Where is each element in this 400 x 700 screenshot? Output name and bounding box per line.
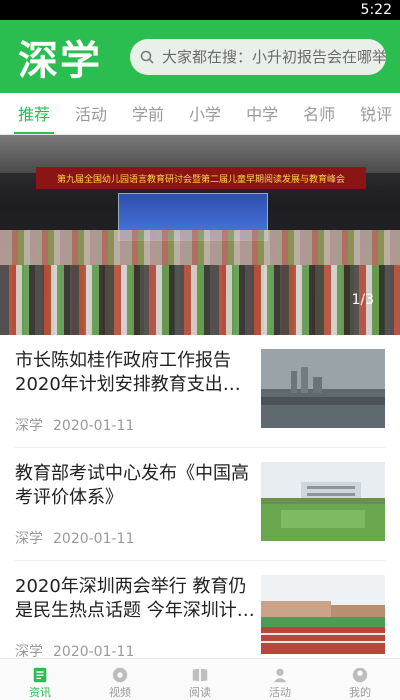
category-tabs: 推荐 活动 学前 小学 中学 名师 锐评 家教 bbox=[0, 93, 400, 135]
search-icon bbox=[140, 50, 154, 64]
nav-label: 视频 bbox=[109, 686, 131, 699]
profile-icon bbox=[352, 667, 368, 683]
tab-middle-school[interactable]: 中学 bbox=[238, 101, 286, 134]
news-icon bbox=[33, 667, 47, 683]
news-meta: 深学 2020-01-11 bbox=[15, 415, 255, 435]
tab-primary[interactable]: 小学 bbox=[181, 101, 229, 134]
nav-news[interactable]: 资讯 bbox=[0, 659, 80, 700]
news-thumbnail bbox=[261, 462, 385, 541]
news-source: 深学 bbox=[15, 531, 43, 547]
tab-commentary[interactable]: 锐评 bbox=[352, 101, 400, 134]
video-icon bbox=[112, 667, 128, 683]
status-time: 5:22 bbox=[360, 2, 392, 18]
news-title: 2020年深圳两会举行 教育仍是民生热点话题 今年深圳计… bbox=[15, 576, 255, 621]
nav-label: 阅读 bbox=[189, 686, 211, 699]
banner-carousel[interactable]: 第九届全国幼儿园语言教育研讨会暨第二届儿童早期阅读发展与教育峰会 1/3 bbox=[0, 135, 400, 335]
tab-activity[interactable]: 活动 bbox=[67, 101, 115, 134]
banner-page-indicator: 1/3 bbox=[351, 292, 374, 308]
news-thumbnail bbox=[261, 349, 385, 428]
news-date: 2020-01-11 bbox=[53, 531, 135, 547]
nav-video[interactable]: 视频 bbox=[80, 659, 160, 700]
tab-famous-teachers[interactable]: 名师 bbox=[295, 101, 343, 134]
search-placeholder: 大家都在搜：小升初报告会在哪举行 bbox=[162, 48, 386, 66]
app-logo: 深学 bbox=[18, 37, 102, 84]
search-input[interactable]: 大家都在搜：小升初报告会在哪举行 bbox=[130, 38, 386, 75]
news-title: 教育部考试中心发布《中国高考评价体系》 bbox=[15, 463, 249, 508]
news-text: 市长陈如桂作政府工作报告 2020年计划安排教育支出… 深学 2020-01-11 bbox=[15, 335, 255, 447]
bottom-navigation: 资讯 视频 阅读 活动 我的 bbox=[0, 658, 400, 700]
activity-icon bbox=[273, 668, 287, 683]
news-title: 市长陈如桂作政府工作报告 2020年计划安排教育支出… bbox=[15, 350, 241, 395]
book-icon bbox=[192, 668, 208, 682]
list-item[interactable]: 市长陈如桂作政府工作报告 2020年计划安排教育支出… 深学 2020-01-11 bbox=[15, 335, 385, 448]
news-text: 教育部考试中心发布《中国高考评价体系》 深学 2020-01-11 bbox=[15, 448, 255, 560]
news-thumbnail bbox=[261, 575, 385, 654]
nav-label: 资讯 bbox=[29, 686, 51, 699]
nav-label: 我的 bbox=[349, 686, 371, 699]
news-meta: 深学 2020-01-11 bbox=[15, 528, 255, 548]
banner-crowd-front bbox=[0, 265, 400, 335]
news-source: 深学 bbox=[15, 418, 43, 434]
news-list: 市长陈如桂作政府工作报告 2020年计划安排教育支出… 深学 2020-01-11 bbox=[0, 335, 400, 674]
app-screen: 5:22 深学 大家都在搜：小升初报告会在哪举行 推荐 活动 学前 小学 中学 … bbox=[0, 0, 400, 700]
tab-preschool[interactable]: 学前 bbox=[124, 101, 172, 134]
nav-reading[interactable]: 阅读 bbox=[160, 659, 240, 700]
status-bar: 5:22 bbox=[0, 0, 400, 20]
news-text: 2020年深圳两会举行 教育仍是民生热点话题 今年深圳计… 深学 2020-01-… bbox=[15, 561, 255, 673]
nav-label: 活动 bbox=[269, 686, 291, 699]
app-header: 深学 大家都在搜：小升初报告会在哪举行 bbox=[0, 20, 400, 93]
tab-recommend[interactable]: 推荐 bbox=[10, 101, 58, 134]
news-date: 2020-01-11 bbox=[53, 418, 135, 434]
banner-caption: 第九届全国幼儿园语言教育研讨会暨第二届儿童早期阅读发展与教育峰会 bbox=[36, 167, 366, 189]
list-item[interactable]: 教育部考试中心发布《中国高考评价体系》 深学 2020-01-11 bbox=[15, 448, 385, 561]
nav-profile[interactable]: 我的 bbox=[320, 659, 400, 700]
nav-activity[interactable]: 活动 bbox=[240, 659, 320, 700]
